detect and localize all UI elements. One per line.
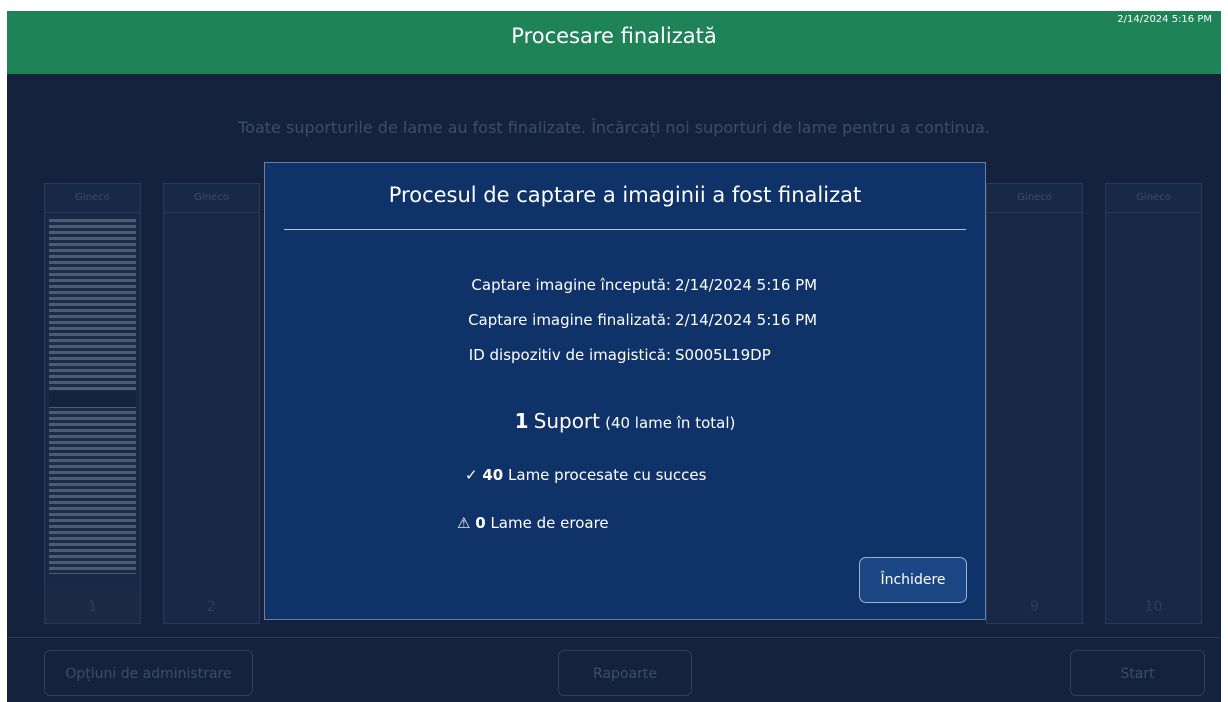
rack-label: Gineco <box>987 184 1082 213</box>
detail-label: ID dispozitiv de imagistică: <box>468 346 671 364</box>
error-label: Lame de eroare <box>490 514 609 532</box>
completion-dialog: Procesul de captare a imaginii a fost fi… <box>264 162 986 620</box>
rack-label: Gineco <box>164 184 259 213</box>
rack-summary: 1 Suport (40 lame în total) <box>265 409 985 433</box>
close-button[interactable]: Închidere <box>859 557 967 603</box>
rack-1[interactable]: Gineco 1 <box>44 183 141 624</box>
info-message: Toate suporturile de lame au fost finali… <box>238 118 990 137</box>
detail-value: S0005L19DP <box>675 346 771 364</box>
rack-number: 10 <box>1144 599 1163 615</box>
rack-9[interactable]: Gineco 9 <box>986 183 1083 624</box>
reports-button[interactable]: Rapoarte <box>558 650 692 696</box>
success-status: ✓ 40 Lame procesate cu succes <box>465 463 706 487</box>
error-count: 0 <box>475 514 486 532</box>
rack-number: 9 <box>1030 599 1039 615</box>
detail-row-end: Captare imagine finalizată: 2/14/2024 5:… <box>265 308 987 332</box>
check-icon: ✓ <box>465 466 478 484</box>
header-bar: Procesare finalizată 2/14/2024 5:16 PM <box>7 11 1221 74</box>
header-timestamp: 2/14/2024 5:16 PM <box>1117 14 1212 25</box>
rack-count: 1 <box>514 409 529 433</box>
rack-label: Gineco <box>45 184 140 213</box>
rack-label: Gineco <box>1106 184 1201 213</box>
rack-unit: Suport <box>533 409 600 433</box>
footer-divider <box>7 637 1221 638</box>
admin-options-button[interactable]: Opțiuni de administrare <box>44 650 253 696</box>
detail-row-device: ID dispozitiv de imagistică: S0005L19DP <box>265 343 987 367</box>
detail-value: 2/14/2024 5:16 PM <box>675 276 818 294</box>
page-title: Procesare finalizată <box>511 24 717 48</box>
detail-label: Captare imagine începută: <box>471 276 671 294</box>
detail-label: Captare imagine finalizată: <box>468 311 671 329</box>
rack-number: 2 <box>207 599 216 615</box>
app-screen: Procesare finalizată 2/14/2024 5:16 PM T… <box>7 11 1221 702</box>
success-count: 40 <box>482 466 504 484</box>
rack-2[interactable]: Gineco 2 <box>163 183 260 624</box>
slide-total: (40 lame în total) <box>605 414 736 432</box>
start-button[interactable]: Start <box>1070 650 1205 696</box>
rack-10[interactable]: Gineco 10 <box>1105 183 1202 624</box>
dialog-title: Procesul de captare a imaginii a fost fi… <box>388 183 862 207</box>
rack-slides <box>49 219 136 574</box>
rack-slides-gap <box>49 391 136 407</box>
detail-value: 2/14/2024 5:16 PM <box>675 311 818 329</box>
detail-row-start: Captare imagine începută: 2/14/2024 5:16… <box>265 273 987 297</box>
error-status: ⚠ 0 Lame de eroare <box>457 511 609 535</box>
dialog-divider <box>284 229 966 230</box>
success-label: Lame procesate cu succes <box>508 466 707 484</box>
rack-number: 1 <box>45 591 140 623</box>
warning-icon: ⚠ <box>457 514 471 532</box>
